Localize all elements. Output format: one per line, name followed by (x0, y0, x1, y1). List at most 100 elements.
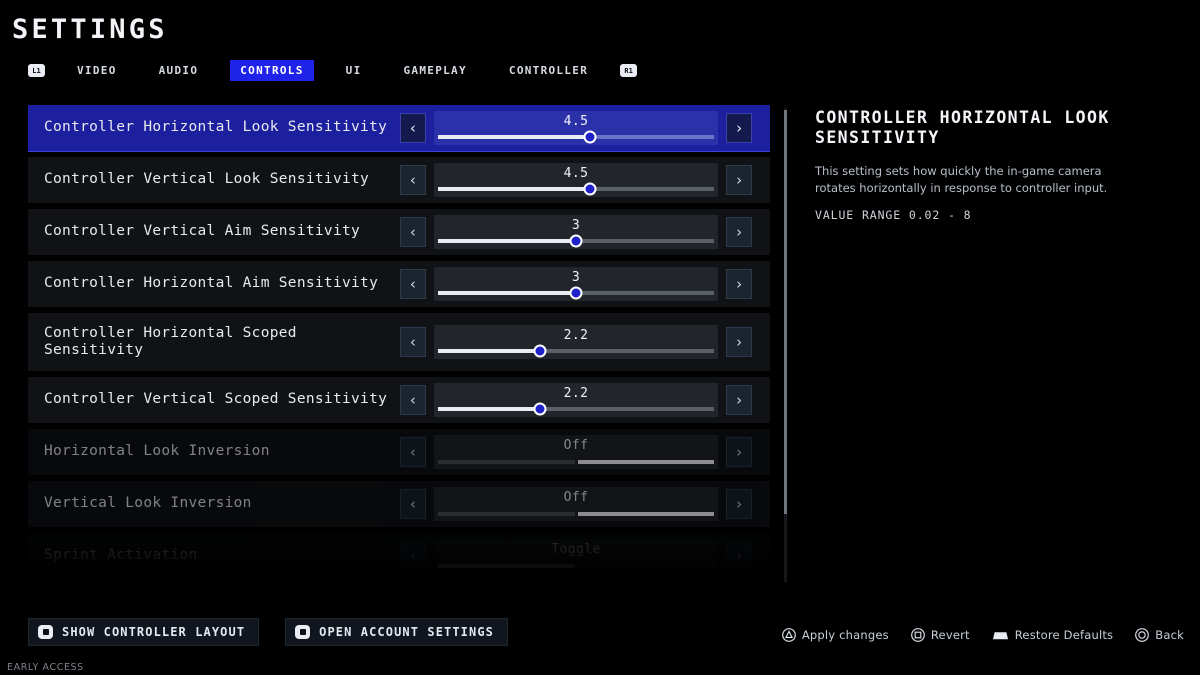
hint-restore-defaults[interactable]: Restore Defaults (992, 628, 1114, 642)
setting-option-selector[interactable]: Toggle (434, 539, 718, 573)
slider-thumb[interactable] (569, 234, 583, 248)
chevron-left-icon[interactable]: ‹ (400, 541, 426, 571)
setting-row-label: Controller Horizontal Aim Sensitivity (44, 275, 379, 292)
hint-apply-changes[interactable]: Apply changes (781, 628, 889, 642)
footer-buttons: SHOW CONTROLLER LAYOUT OPEN ACCOUNT SETT… (28, 618, 508, 646)
option-segments (438, 460, 714, 464)
slider-track[interactable] (438, 234, 714, 248)
setting-value: Toggle (551, 542, 601, 557)
setting-slider[interactable]: 4.5 (434, 111, 718, 145)
footer-hints: Apply changes Revert Restore Defaults Ba… (781, 628, 1184, 642)
hint-revert[interactable]: Revert (910, 628, 970, 642)
hint-revert-label: Revert (930, 628, 970, 642)
setting-slider[interactable]: 2.2 (434, 325, 718, 359)
setting-row-label: Controller Vertical Aim Sensitivity (44, 223, 361, 240)
setting-value: 4.5 (563, 166, 589, 181)
option-segment (577, 512, 714, 516)
tab-ui[interactable]: UI (336, 60, 372, 81)
setting-slider[interactable]: 4.5 (434, 163, 718, 197)
option-segments (438, 512, 714, 516)
option-segment (438, 564, 575, 568)
setting-row[interactable]: Controller Horizontal Aim Sensitivity ‹ 3 › (28, 261, 770, 307)
slider-thumb[interactable] (533, 402, 547, 416)
option-segment (577, 564, 714, 568)
slider-fill (438, 135, 590, 139)
slider-thumb[interactable] (583, 130, 597, 144)
setting-option-selector[interactable]: Off (434, 487, 718, 521)
hint-apply-changes-label: Apply changes (801, 628, 889, 642)
setting-row-label: Vertical Look Inversion (44, 495, 252, 512)
setting-info-panel: CONTROLLER HORIZONTAL LOOK SENSITIVITY T… (815, 108, 1175, 222)
setting-row[interactable]: Controller Vertical Aim Sensitivity ‹ 3 › (28, 209, 770, 255)
slider-track[interactable] (438, 286, 714, 300)
slider-track[interactable] (438, 402, 714, 416)
setting-row[interactable]: Controller Horizontal Scoped Sensitivity… (28, 313, 770, 371)
setting-value: 3 (571, 270, 581, 285)
chevron-left-icon[interactable]: ‹ (400, 489, 426, 519)
open-account-settings-button[interactable]: OPEN ACCOUNT SETTINGS (285, 618, 508, 646)
left-bumper-icon: L1 (28, 64, 45, 77)
chevron-left-icon[interactable]: ‹ (400, 217, 426, 247)
early-access-watermark: EARLY ACCESS (7, 662, 84, 673)
setting-slider[interactable]: 3 (434, 267, 718, 301)
chevron-left-icon[interactable]: ‹ (400, 327, 426, 357)
hint-restore-defaults-label: Restore Defaults (1014, 628, 1114, 642)
slider-track[interactable] (438, 344, 714, 358)
tab-video[interactable]: VIDEO (67, 60, 127, 81)
setting-row-label: Controller Vertical Look Sensitivity (44, 171, 370, 188)
chevron-right-icon[interactable]: › (726, 327, 752, 357)
tab-gameplay[interactable]: GAMEPLAY (394, 60, 477, 81)
settings-scrollbar[interactable] (784, 108, 787, 582)
slider-thumb[interactable] (533, 344, 547, 358)
scrollbar-thumb[interactable] (784, 110, 787, 514)
settings-tabbar: L1 VIDEO AUDIO CONTROLS UI GAMEPLAY CONT… (28, 60, 638, 81)
slider-fill (438, 349, 541, 353)
setting-row-label: Controller Vertical Scoped Sensitivity (44, 391, 388, 408)
setting-value: 3 (571, 218, 581, 233)
setting-row[interactable]: Sprint Activation ‹ Toggle › (28, 533, 770, 579)
chevron-right-icon[interactable]: › (726, 217, 752, 247)
settings-list[interactable]: Controller Horizontal Look Sensitivity ‹ 4… (28, 105, 770, 585)
slider-fill (438, 291, 576, 295)
chevron-left-icon[interactable]: ‹ (400, 437, 426, 467)
setting-row[interactable]: Horizontal Look Inversion ‹ Off › (28, 429, 770, 475)
chevron-right-icon[interactable]: › (726, 269, 752, 299)
chevron-left-icon[interactable]: ‹ (400, 385, 426, 415)
option-segments (438, 564, 714, 568)
slider-track[interactable] (438, 130, 714, 144)
slider-thumb[interactable] (569, 286, 583, 300)
tab-audio[interactable]: AUDIO (149, 60, 209, 81)
setting-row-label: Horizontal Look Inversion (44, 443, 270, 460)
setting-value: Off (563, 438, 589, 453)
setting-row-label: Controller Horizontal Look Sensitivity (44, 119, 388, 136)
info-value-range: VALUE RANGE 0.02 - 8 (815, 207, 972, 222)
tab-controls[interactable]: CONTROLS (230, 60, 314, 81)
setting-option-selector[interactable]: Off (434, 435, 718, 469)
gamepad-button-icon (38, 625, 53, 639)
setting-row[interactable]: Vertical Look Inversion ‹ Off › (28, 481, 770, 527)
chevron-left-icon[interactable]: ‹ (400, 113, 426, 143)
slider-thumb[interactable] (583, 182, 597, 196)
chevron-right-icon[interactable]: › (726, 385, 752, 415)
setting-row[interactable]: Controller Horizontal Look Sensitivity ‹ 4… (28, 105, 770, 152)
slider-fill (438, 407, 541, 411)
chevron-right-icon[interactable]: › (726, 489, 752, 519)
chevron-left-icon[interactable]: ‹ (400, 269, 426, 299)
setting-slider[interactable]: 3 (434, 215, 718, 249)
chevron-right-icon[interactable]: › (726, 541, 752, 571)
setting-row[interactable]: Controller Vertical Scoped Sensitivity ‹ 2… (28, 377, 770, 423)
chevron-right-icon[interactable]: › (726, 437, 752, 467)
right-bumper-icon: R1 (620, 64, 638, 77)
setting-slider[interactable]: 2.2 (434, 383, 718, 417)
tab-controller[interactable]: CONTROLLER (499, 60, 598, 81)
chevron-left-icon[interactable]: ‹ (400, 165, 426, 195)
slider-fill (438, 187, 590, 191)
show-controller-layout-button[interactable]: SHOW CONTROLLER LAYOUT (28, 618, 260, 646)
setting-row[interactable]: Controller Vertical Look Sensitivity ‹ 4.5… (28, 157, 770, 203)
setting-row-label: Controller Horizontal Scoped Sensitivity (44, 324, 297, 358)
hint-back[interactable]: Back (1135, 628, 1184, 642)
slider-track[interactable] (438, 182, 714, 196)
chevron-right-icon[interactable]: › (726, 113, 752, 143)
option-segment (438, 460, 575, 464)
chevron-right-icon[interactable]: › (726, 165, 752, 195)
